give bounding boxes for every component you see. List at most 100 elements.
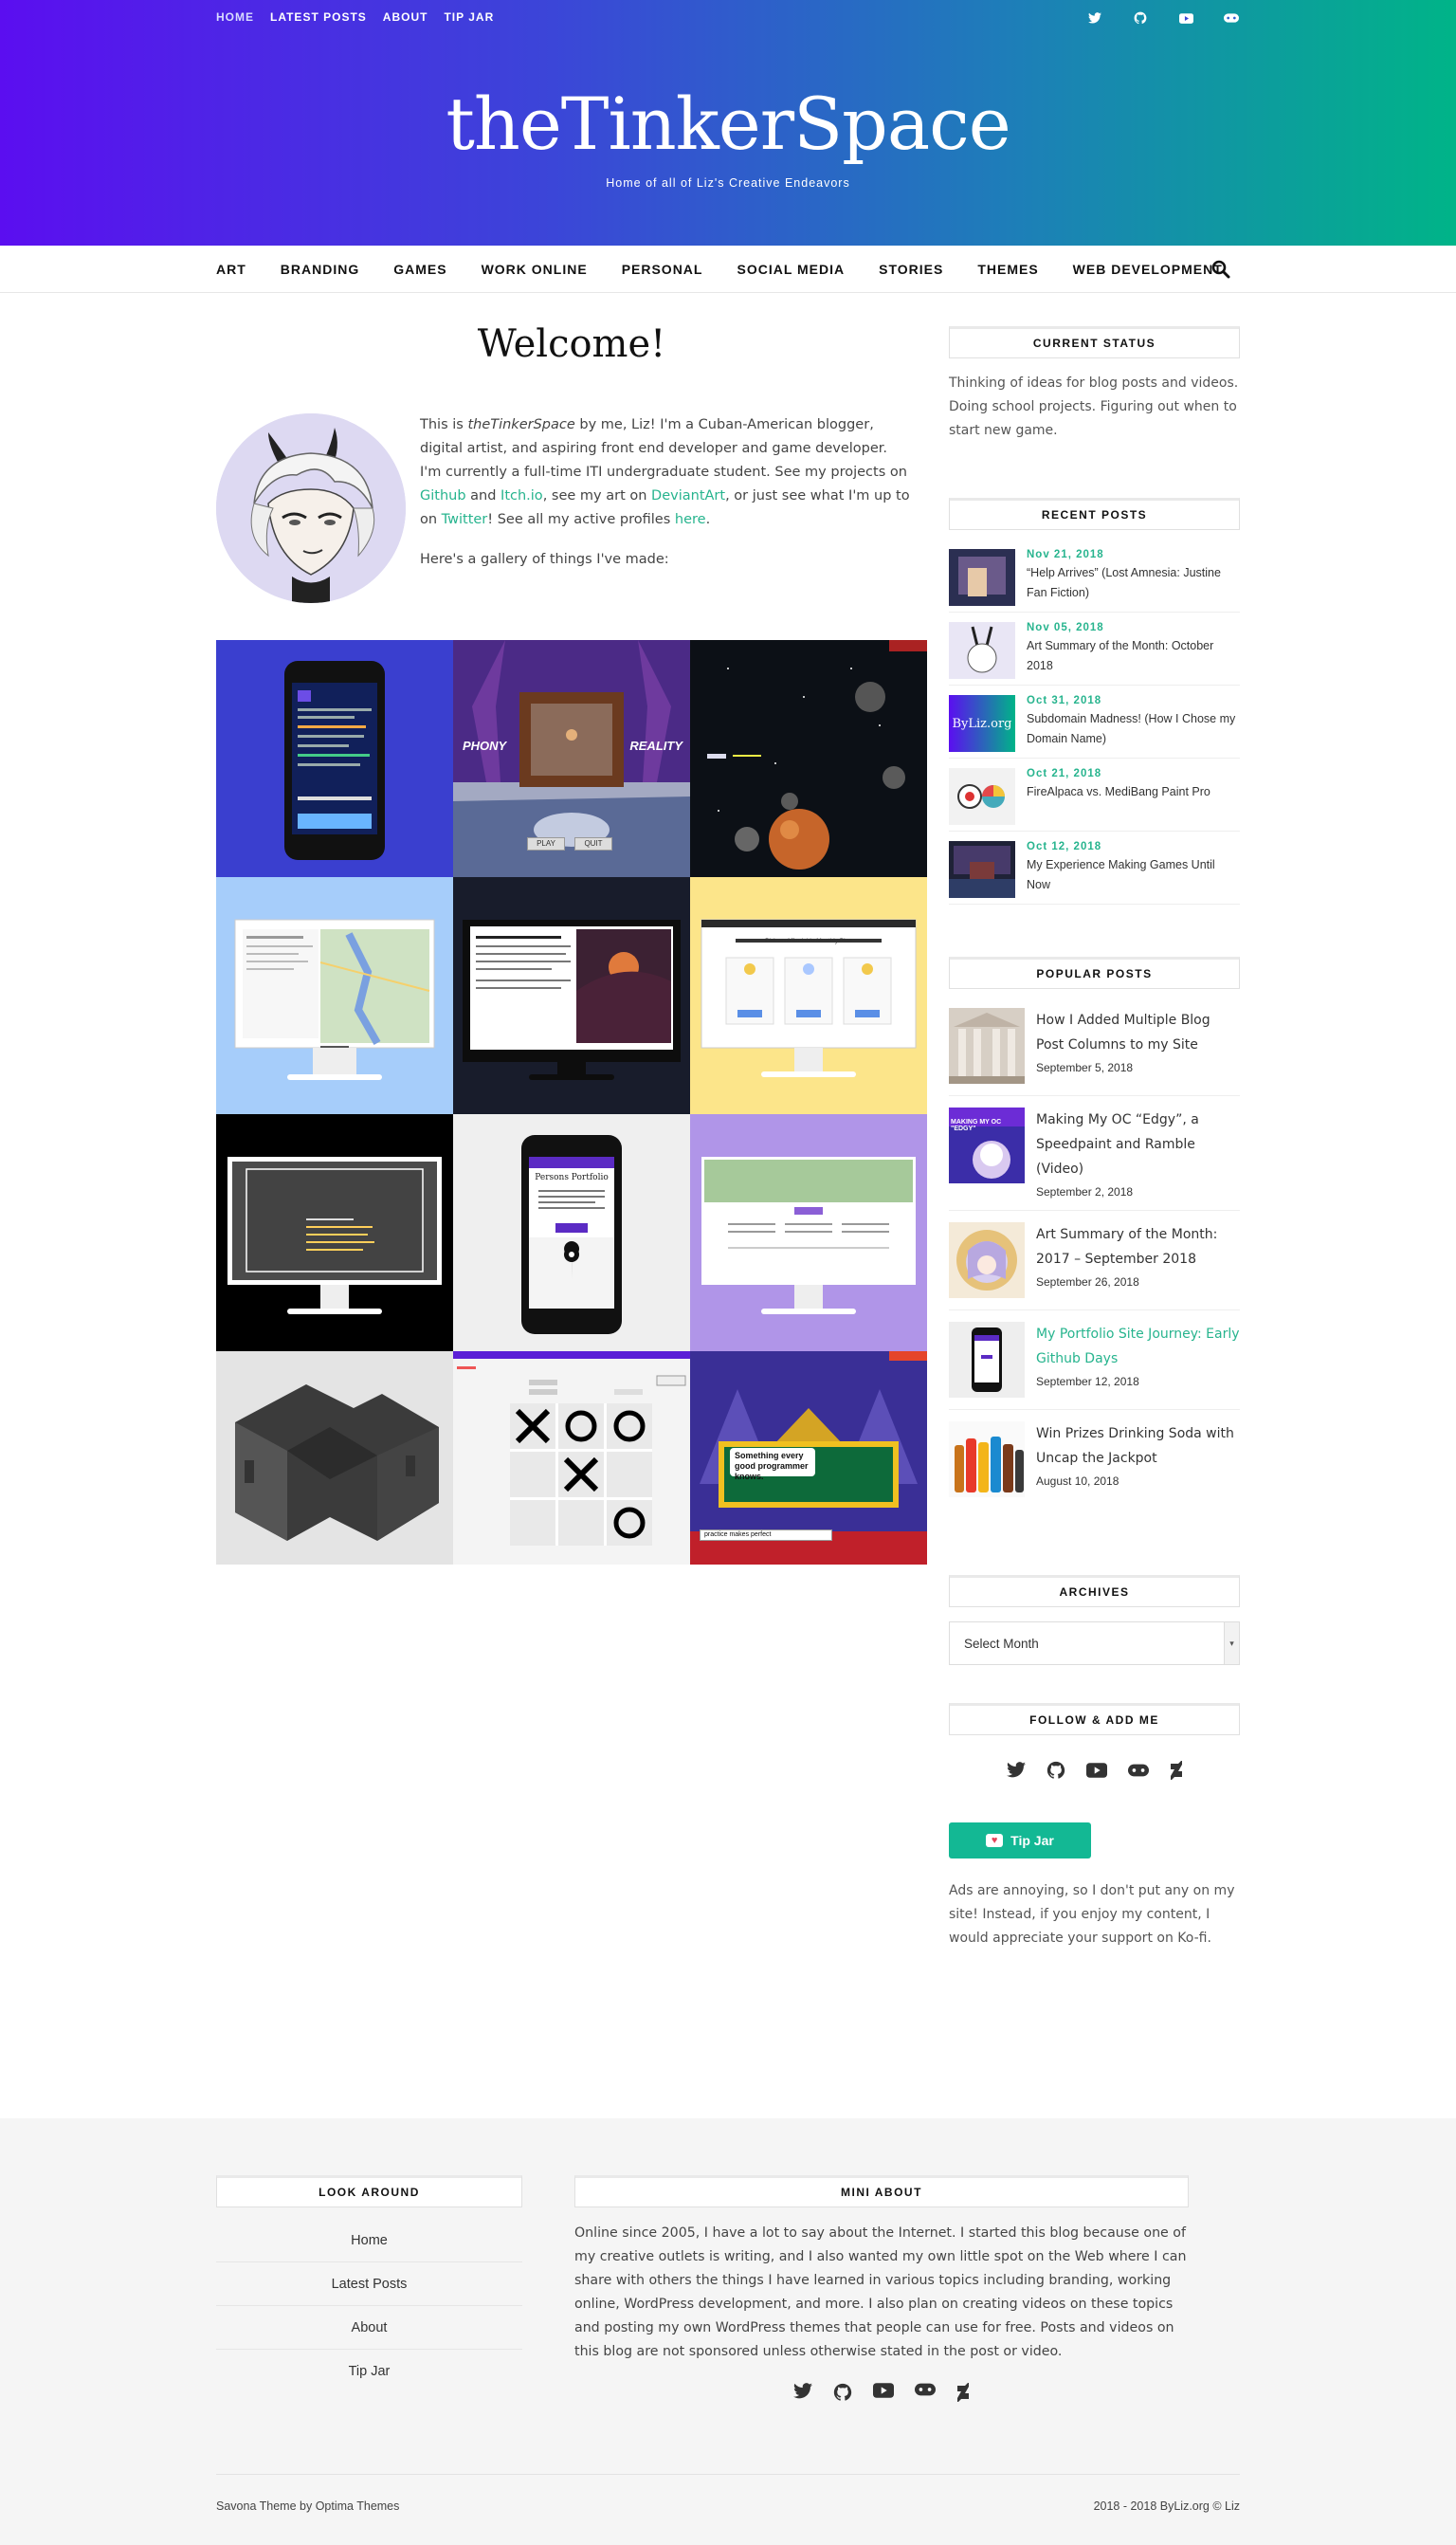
- profiles-here-link[interactable]: here: [675, 512, 706, 527]
- footer-link-tip-jar[interactable]: Tip Jar: [216, 2350, 522, 2393]
- gallery-item-space-game[interactable]: [690, 640, 927, 877]
- pricing-title: Pick an Affordable Monthly Plan: [765, 938, 852, 944]
- thumbnail-text: MAKING MY OC "EDGY": [951, 1119, 1002, 1132]
- gallery-item-phone-site[interactable]: [216, 640, 453, 877]
- nav-art[interactable]: Art: [216, 262, 246, 277]
- gamepad-icon[interactable]: [1127, 1764, 1149, 1782]
- recent-post-item[interactable]: Nov 21, 2018 “Help Arrives” (Lost Amnesi…: [949, 549, 1240, 613]
- gallery-item-blog-site[interactable]: [453, 877, 690, 1114]
- post-date: Nov 21, 2018: [1027, 549, 1104, 560]
- post-title[interactable]: Making My OC “Edgy”, a Speedpaint and Ra…: [1036, 1108, 1240, 1181]
- top-nav-home[interactable]: Home: [216, 10, 254, 25]
- post-title[interactable]: Win Prizes Drinking Soda with Uncap the …: [1036, 1421, 1240, 1471]
- recent-post-item[interactable]: Oct 12, 2018 My Experience Making Games …: [949, 832, 1240, 905]
- deviantart-icon[interactable]: [956, 2383, 970, 2407]
- github-icon[interactable]: [833, 2383, 852, 2407]
- top-social-icons: [1086, 9, 1240, 27]
- gallery-item-green-site[interactable]: [690, 1114, 927, 1351]
- popular-post-item[interactable]: My Portfolio Site Journey: Early Github …: [949, 1310, 1240, 1410]
- post-title[interactable]: My Experience Making Games Until Now: [1027, 855, 1240, 895]
- gallery-item-3d-house[interactable]: [216, 1351, 453, 1565]
- nav-work-online[interactable]: Work Online: [482, 262, 588, 277]
- youtube-icon[interactable]: [1177, 9, 1194, 27]
- site-title[interactable]: theTinkerSpace: [0, 82, 1456, 166]
- post-title[interactable]: How I Added Multiple Blog Post Columns t…: [1036, 1008, 1240, 1057]
- intro-section: This is theTinkerSpace by me, Liz! I'm a…: [216, 413, 927, 603]
- main-nav: Art Branding Games Work Online Personal …: [0, 246, 1456, 293]
- nav-social-media[interactable]: Social Media: [737, 262, 845, 277]
- post-title[interactable]: Subdomain Madness! (How I Chose my Domai…: [1027, 709, 1240, 749]
- footer-link-home[interactable]: Home: [216, 2219, 522, 2262]
- github-icon[interactable]: [1046, 1761, 1065, 1785]
- archives-month-select[interactable]: Select Month ▾: [949, 1621, 1240, 1665]
- twitter-icon[interactable]: [793, 2383, 812, 2407]
- twitter-link[interactable]: Twitter: [442, 512, 488, 527]
- popular-post-item[interactable]: MAKING MY OC "EDGY" Making My OC “Edgy”,…: [949, 1096, 1240, 1211]
- heart-cup-icon: ♥: [986, 1834, 1004, 1847]
- top-nav-latest-posts[interactable]: Latest Posts: [270, 10, 367, 25]
- youtube-icon[interactable]: [1085, 1762, 1107, 1783]
- popular-post-item[interactable]: Art Summary of the Month: 2017 – Septemb…: [949, 1211, 1240, 1310]
- phony-play-button: PLAY: [527, 837, 565, 851]
- gallery-item-pricing-site[interactable]: Pick an Affordable Monthly Plan: [690, 877, 927, 1114]
- widget-title: Look Around: [216, 2175, 522, 2207]
- select-value: Select Month: [964, 1636, 1039, 1651]
- site-header: Home Latest Posts About Tip Jar theTinke…: [0, 0, 1456, 246]
- gallery-item-phony-game[interactable]: PHONY REALITY PLAY QUIT: [453, 640, 690, 877]
- widget-title: Mini About: [574, 2175, 1189, 2207]
- recent-post-item[interactable]: ByLiz.org Oct 31, 2018 Subdomain Madness…: [949, 686, 1240, 759]
- gallery-item-wheel-game[interactable]: Something every good programmer knows. p…: [690, 1351, 927, 1565]
- gamepad-icon[interactable]: [1223, 9, 1240, 27]
- nav-web-development[interactable]: Web Development: [1073, 262, 1223, 277]
- persons-title: Persons Portfolio: [535, 1173, 609, 1182]
- recent-post-item[interactable]: Nov 05, 2018 Art Summary of the Month: O…: [949, 613, 1240, 686]
- post-title[interactable]: My Portfolio Site Journey: Early Github …: [1036, 1322, 1240, 1371]
- popular-post-item[interactable]: Win Prizes Drinking Soda with Uncap the …: [949, 1410, 1240, 1509]
- popular-post-item[interactable]: How I Added Multiple Blog Post Columns t…: [949, 997, 1240, 1096]
- nav-branding[interactable]: Branding: [281, 262, 359, 277]
- tip-jar-button[interactable]: ♥ Tip Jar: [949, 1822, 1091, 1858]
- itchio-link[interactable]: Itch.io: [500, 488, 543, 504]
- copyright-text: 2018 - 2018 ByLiz.org © Liz: [1093, 2499, 1240, 2513]
- youtube-icon[interactable]: [873, 2383, 894, 2407]
- gallery-item-terminal-site[interactable]: [216, 1114, 453, 1351]
- post-thumbnail: [949, 768, 1015, 825]
- gallery-item-persons-portfolio[interactable]: Persons Portfolio: [453, 1114, 690, 1351]
- tip-jar-label: Tip Jar: [1010, 1833, 1054, 1848]
- gamepad-icon[interactable]: [915, 2383, 936, 2407]
- archives-widget: Archives Select Month ▾: [949, 1575, 1240, 1665]
- gallery-intro: Here's a gallery of things I've made:: [420, 552, 669, 567]
- top-nav-tip-jar[interactable]: Tip Jar: [444, 10, 494, 25]
- github-link[interactable]: Github: [420, 488, 466, 504]
- post-title[interactable]: Art Summary of the Month: October 2018: [1027, 636, 1240, 676]
- footer-link-latest-posts[interactable]: Latest Posts: [216, 2262, 522, 2306]
- nav-games[interactable]: Games: [393, 262, 446, 277]
- recent-post-item[interactable]: Oct 21, 2018 FireAlpaca vs. MediBang Pai…: [949, 759, 1240, 832]
- github-icon[interactable]: [1132, 9, 1149, 27]
- deviantart-link[interactable]: DeviantArt: [651, 488, 725, 504]
- post-title[interactable]: “Help Arrives” (Lost Amnesia: Justine Fa…: [1027, 563, 1240, 603]
- twitter-icon[interactable]: [1006, 1762, 1026, 1783]
- nav-personal[interactable]: Personal: [622, 262, 703, 277]
- post-thumbnail: [949, 841, 1015, 898]
- widget-title: Recent Posts: [949, 498, 1240, 530]
- post-date: Oct 31, 2018: [1027, 695, 1102, 706]
- post-thumbnail: [949, 1222, 1025, 1298]
- post-date: September 26, 2018: [1036, 1275, 1139, 1289]
- deviantart-icon[interactable]: [1170, 1760, 1183, 1785]
- theme-credit-link[interactable]: Savona Theme by Optima Themes: [216, 2499, 399, 2513]
- nav-themes[interactable]: Themes: [977, 262, 1038, 277]
- gallery-item-map-site[interactable]: [216, 877, 453, 1114]
- twitter-icon[interactable]: [1086, 9, 1103, 27]
- post-date: September 2, 2018: [1036, 1185, 1134, 1199]
- nav-stories[interactable]: Stories: [879, 262, 943, 277]
- top-nav-about[interactable]: About: [383, 10, 428, 25]
- gallery-item-tic-tac-toe[interactable]: [453, 1351, 690, 1565]
- footer-link-about[interactable]: About: [216, 2306, 522, 2350]
- post-title[interactable]: FireAlpaca vs. MediBang Paint Pro: [1027, 782, 1210, 802]
- post-title[interactable]: Art Summary of the Month: 2017 – Septemb…: [1036, 1222, 1240, 1272]
- follow-icons: [949, 1758, 1240, 1786]
- sidebar: Current Status Thinking of ideas for blo…: [949, 326, 1240, 1950]
- search-icon[interactable]: [1211, 260, 1230, 279]
- post-date: Oct 21, 2018: [1027, 768, 1102, 779]
